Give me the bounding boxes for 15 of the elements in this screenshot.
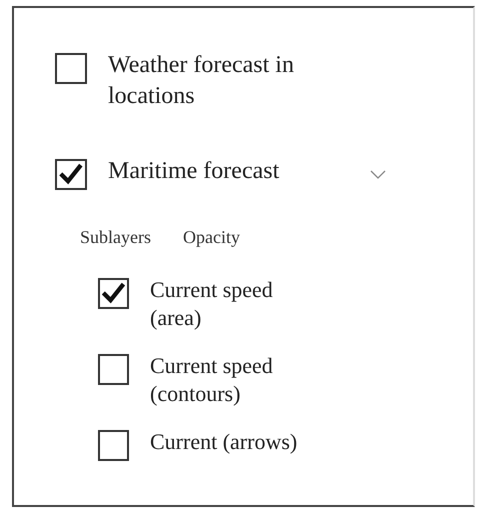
checkmark-icon [59, 163, 83, 186]
checkbox[interactable] [55, 159, 87, 190]
chevron-down-icon[interactable] [370, 170, 386, 180]
tab[interactable]: Sublayers [80, 226, 151, 248]
checkbox[interactable] [98, 430, 129, 461]
sublayer-label: Current (arrows) [150, 428, 298, 456]
sublayer-label: Current speed (area) [150, 276, 274, 332]
tab[interactable]: Opacity [183, 226, 240, 248]
layer-label: Weather forecast in locations [108, 51, 295, 111]
sublayer-label: Current speed (contours) [150, 352, 274, 408]
checkbox[interactable] [98, 354, 129, 385]
layer-label: Maritime forecast [108, 157, 280, 186]
checkbox[interactable] [55, 53, 87, 84]
checkmark-icon [102, 282, 125, 305]
checkbox[interactable] [98, 278, 129, 309]
